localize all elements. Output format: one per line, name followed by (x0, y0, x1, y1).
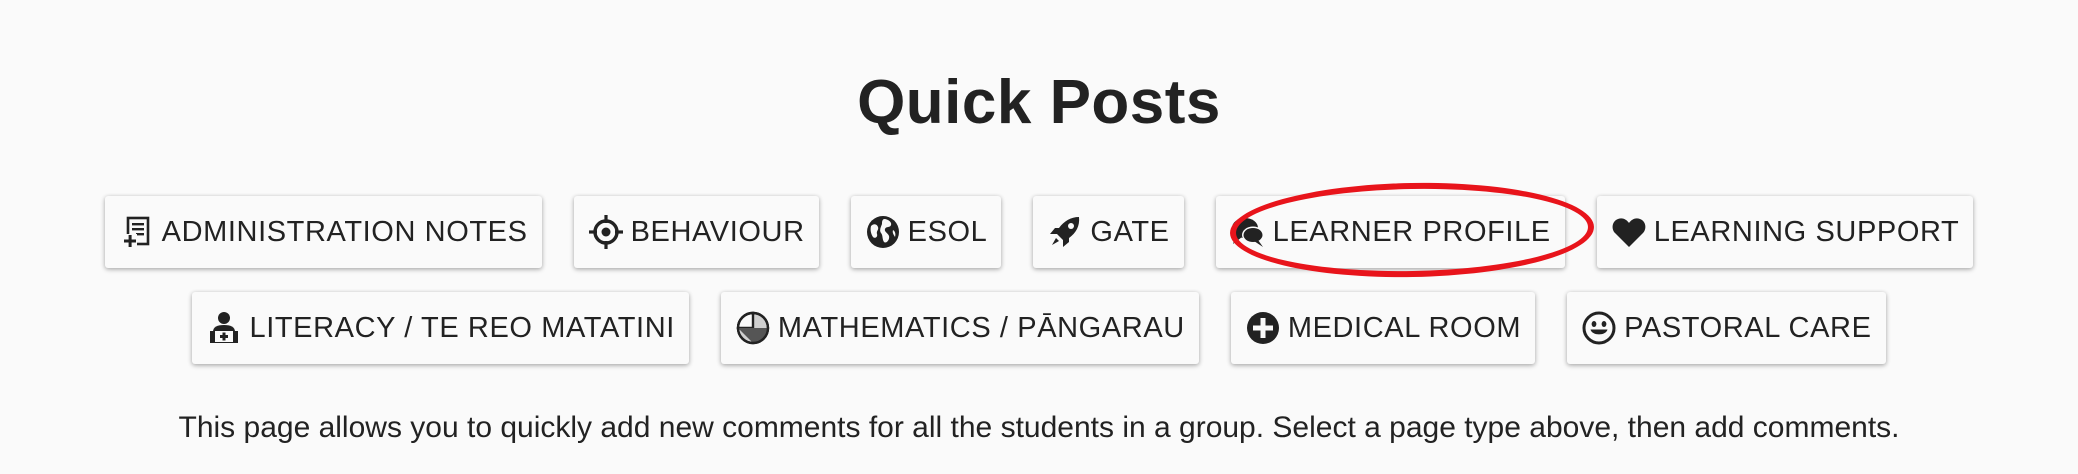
crosshair-icon (588, 214, 624, 250)
gate-button[interactable]: GATE (1033, 196, 1184, 268)
esol-button[interactable]: ESOL (850, 196, 1002, 268)
plus-circle-icon (1245, 310, 1281, 346)
pastoral-care-label: PASTORAL CARE (1624, 311, 1872, 344)
administration-notes-label: ADMINISTRATION NOTES (161, 215, 528, 248)
behaviour-label: BEHAVIOUR (630, 215, 805, 248)
rocket-icon (1047, 214, 1083, 250)
mathematics-button[interactable]: MATHEMATICS / PĀNGARAU (720, 292, 1199, 364)
quick-posts-page: Quick Posts ADMINISTRATION NOTES BEHAVIO… (0, 0, 2078, 474)
medical-room-button[interactable]: MEDICAL ROOM (1230, 292, 1536, 364)
pastoral-care-button[interactable]: PASTORAL CARE (1567, 292, 1886, 364)
learning-support-button[interactable]: LEARNING SUPPORT (1596, 196, 1974, 268)
gate-label: GATE (1090, 215, 1170, 248)
learning-support-label: LEARNING SUPPORT (1653, 215, 1960, 248)
learner-profile-label: LEARNER PROFILE (1272, 215, 1551, 248)
pie-chart-icon (735, 310, 771, 346)
administration-notes-button[interactable]: ADMINISTRATION NOTES (104, 196, 542, 268)
behaviour-button[interactable]: BEHAVIOUR (573, 196, 819, 268)
globe-icon (865, 214, 901, 250)
speech-bubbles-icon (1230, 214, 1266, 250)
learner-profile-button[interactable]: LEARNER PROFILE (1215, 196, 1565, 268)
page-description: This page allows you to quickly add new … (178, 411, 1900, 444)
heart-icon (1611, 214, 1647, 250)
page-title: Quick Posts (857, 68, 1221, 137)
mathematics-label: MATHEMATICS / PĀNGARAU (777, 311, 1185, 344)
literacy-button[interactable]: LITERACY / TE REO MATATINI (192, 292, 689, 364)
esol-label: ESOL (907, 215, 988, 248)
reader-icon (206, 310, 242, 346)
literacy-label: LITERACY / TE REO MATATINI (249, 311, 675, 344)
medical-room-label: MEDICAL ROOM (1287, 311, 1522, 344)
quick-post-buttons-row-2: LITERACY / TE REO MATATINI MATHEMATICS /… (0, 292, 2078, 364)
smiley-icon (1581, 310, 1617, 346)
quick-post-buttons-row-1: ADMINISTRATION NOTES BEHAVIOUR ESOL GATE… (0, 196, 2078, 268)
admin-notes-icon (119, 214, 155, 250)
